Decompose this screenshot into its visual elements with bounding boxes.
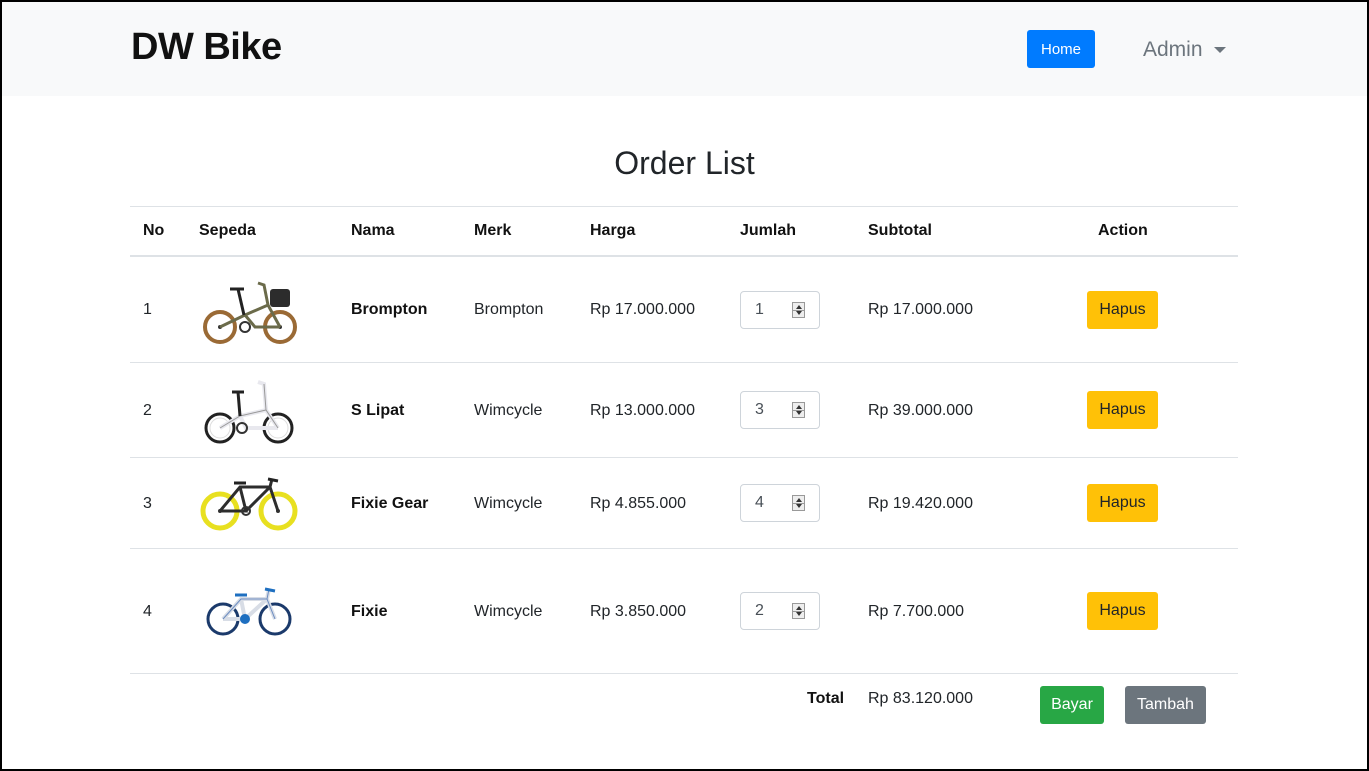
total-label: Total bbox=[807, 690, 845, 707]
quantity-value: 3 bbox=[755, 401, 764, 418]
row-no: 3 bbox=[143, 495, 152, 512]
row-subtotal: Rp 17.000.000 bbox=[868, 301, 973, 318]
spinner-icon[interactable] bbox=[792, 495, 805, 511]
delete-button[interactable]: Hapus bbox=[1087, 391, 1158, 429]
page-title: Order List bbox=[614, 145, 755, 181]
row-no: 4 bbox=[143, 603, 152, 620]
spinner-icon[interactable] bbox=[792, 402, 805, 418]
row-nama: Brompton bbox=[351, 301, 428, 318]
quantity-value: 1 bbox=[755, 301, 764, 318]
header-sepeda: Sepeda bbox=[199, 222, 256, 239]
row-no: 1 bbox=[143, 301, 152, 318]
total-value: Rp 83.120.000 bbox=[868, 690, 973, 707]
quantity-stepper[interactable]: 3 bbox=[740, 391, 820, 429]
delete-button[interactable]: Hapus bbox=[1087, 484, 1158, 522]
row-harga: Rp 13.000.000 bbox=[590, 402, 695, 419]
row-divider bbox=[130, 548, 1238, 549]
bike-image-fixie-gear bbox=[200, 477, 298, 531]
caret-down-icon bbox=[1213, 47, 1226, 53]
row-merk: Brompton bbox=[474, 301, 544, 318]
navbar: DW Bike Home Admin bbox=[2, 2, 1367, 96]
row-divider bbox=[130, 457, 1238, 458]
row-nama: Fixie bbox=[351, 603, 388, 620]
quantity-stepper[interactable]: 2 bbox=[740, 592, 820, 630]
row-harga: Rp 4.855.000 bbox=[590, 495, 687, 512]
quantity-value: 4 bbox=[755, 494, 764, 511]
header-divider bbox=[130, 255, 1238, 257]
delete-button[interactable]: Hapus bbox=[1087, 592, 1158, 630]
header-nama: Nama bbox=[351, 222, 395, 239]
header-subtotal: Subtotal bbox=[868, 222, 932, 239]
quantity-stepper[interactable]: 1 bbox=[740, 291, 820, 329]
brand-logo[interactable]: DW Bike bbox=[131, 26, 282, 69]
spinner-icon[interactable] bbox=[792, 603, 805, 619]
row-subtotal: Rp 19.420.000 bbox=[868, 495, 973, 512]
pay-button[interactable]: Bayar bbox=[1040, 686, 1104, 724]
delete-button[interactable]: Hapus bbox=[1087, 291, 1158, 329]
row-divider bbox=[130, 673, 1238, 674]
table-top-border bbox=[130, 206, 1238, 207]
row-merk: Wimcycle bbox=[474, 402, 543, 419]
row-harga: Rp 3.850.000 bbox=[590, 603, 687, 620]
quantity-value: 2 bbox=[755, 602, 764, 619]
header-merk: Merk bbox=[474, 222, 512, 239]
row-merk: Wimcycle bbox=[474, 495, 543, 512]
row-nama: S Lipat bbox=[351, 402, 405, 419]
header-jumlah: Jumlah bbox=[740, 222, 797, 239]
home-button[interactable]: Home bbox=[1027, 30, 1095, 68]
row-harga: Rp 17.000.000 bbox=[590, 301, 695, 318]
row-subtotal: Rp 39.000.000 bbox=[868, 402, 973, 419]
row-no: 2 bbox=[143, 402, 152, 419]
header-no: No bbox=[143, 222, 165, 239]
header-action: Action bbox=[1098, 222, 1148, 239]
bike-image-fixie bbox=[206, 587, 292, 636]
quantity-stepper[interactable]: 4 bbox=[740, 484, 820, 522]
admin-dropdown[interactable]: Admin bbox=[1143, 38, 1226, 62]
bike-image-s-lipat bbox=[204, 380, 294, 444]
bike-image-brompton bbox=[203, 281, 297, 344]
add-button[interactable]: Tambah bbox=[1125, 686, 1206, 724]
row-subtotal: Rp 7.700.000 bbox=[868, 603, 965, 620]
row-nama: Fixie Gear bbox=[351, 495, 429, 512]
admin-label: Admin bbox=[1143, 38, 1203, 61]
spinner-icon[interactable] bbox=[792, 302, 805, 318]
header-harga: Harga bbox=[590, 222, 636, 239]
row-merk: Wimcycle bbox=[474, 603, 543, 620]
row-divider bbox=[130, 362, 1238, 363]
